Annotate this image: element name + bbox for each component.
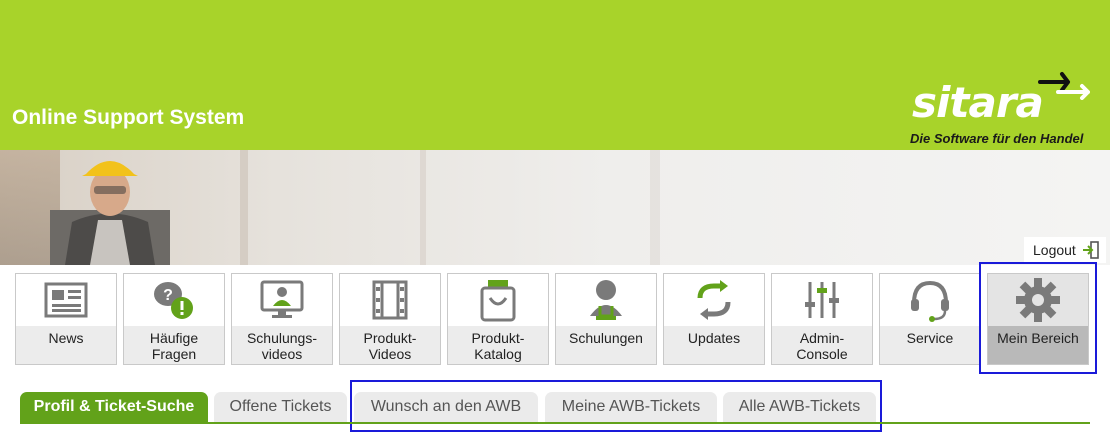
tab-alle-awb-tickets[interactable]: Alle AWB-Tickets xyxy=(723,392,876,422)
headset-icon xyxy=(911,280,949,322)
gear-icon xyxy=(1016,278,1060,322)
tab-profil-ticket-suche[interactable]: Profil & Ticket-Suche xyxy=(20,392,208,422)
nav-label: Service xyxy=(906,330,954,346)
nav-label: Mein Bereich xyxy=(997,330,1079,346)
newspaper-icon xyxy=(44,282,88,318)
worker-photo xyxy=(50,161,170,265)
logout-icon xyxy=(1082,241,1099,259)
logo-tagline: Die Software für den Handel xyxy=(910,131,1084,146)
nav-tile-mein-bereich[interactable]: Mein Bereich xyxy=(987,273,1089,365)
refresh-icon xyxy=(697,280,731,320)
nav-label: Produkt- Katalog xyxy=(471,330,525,362)
nav-label: Schulungen xyxy=(569,330,643,346)
nav-tile-faq[interactable]: ? Häufige Fragen xyxy=(123,273,225,365)
nav-tile-admin-console[interactable]: Admin- Console xyxy=(771,273,873,365)
banner-image xyxy=(0,150,1110,265)
nav-tile-news[interactable]: News xyxy=(15,273,117,365)
nav-label: Admin- Console xyxy=(796,330,848,362)
training-video-icon xyxy=(260,280,304,318)
nav-tile-training-videos[interactable]: Schulungs- videos xyxy=(231,273,333,365)
nav-label: Häufige Fragen xyxy=(149,330,199,362)
tab-offene-tickets[interactable]: Offene Tickets xyxy=(214,392,347,422)
presenter-icon xyxy=(590,280,622,320)
film-icon xyxy=(372,280,408,320)
logout-label: Logout xyxy=(1033,242,1076,258)
nav-label: Schulungs- videos xyxy=(246,330,318,362)
app-title: Online Support System xyxy=(12,106,245,129)
nav-label: Updates xyxy=(687,330,741,346)
tab-underline xyxy=(20,422,1090,424)
nav-tile-product-videos[interactable]: Produkt- Videos xyxy=(339,273,441,365)
svg-text:?: ? xyxy=(163,287,173,304)
sitara-logo[interactable]: sitara Die Software für den Handel xyxy=(900,66,1100,150)
nav-label: Produkt- Videos xyxy=(363,330,417,362)
nav-tile-trainings[interactable]: Schulungen xyxy=(555,273,657,365)
logo-arrow-icon xyxy=(1038,72,1090,100)
header: Online Support System sitara Die Softwar… xyxy=(0,0,1110,150)
logo-word: sitara xyxy=(912,78,1044,127)
nav-tile-product-catalog[interactable]: Produkt- Katalog xyxy=(447,273,549,365)
sliders-icon xyxy=(805,282,839,318)
nav-label: News xyxy=(48,330,84,346)
nav-tile-updates[interactable]: Updates xyxy=(663,273,765,365)
nav-tile-service[interactable]: Service xyxy=(879,273,981,365)
shopping-bag-icon xyxy=(480,280,516,322)
logout-button[interactable]: Logout xyxy=(1024,237,1106,263)
faq-icon: ? xyxy=(154,282,193,319)
tab-wunsch-an-den-awb[interactable]: Wunsch an den AWB xyxy=(354,392,538,422)
tab-meine-awb-tickets[interactable]: Meine AWB-Tickets xyxy=(545,392,717,422)
